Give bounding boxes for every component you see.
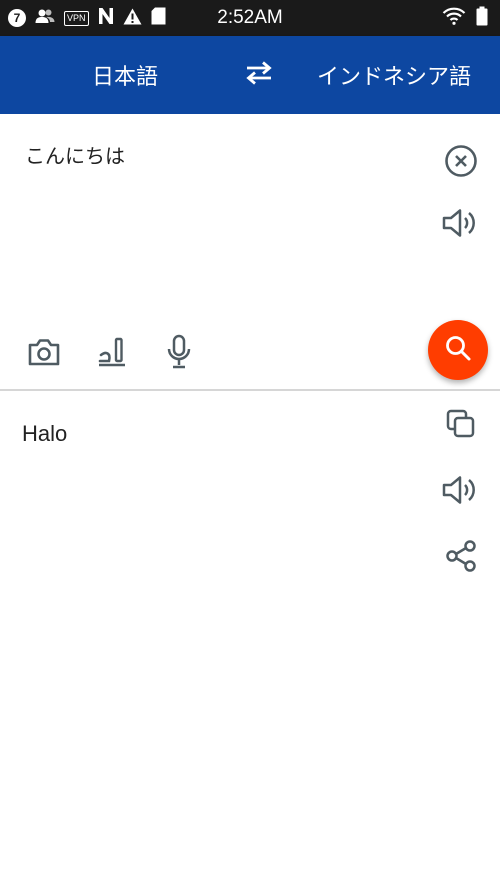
status-left-icons: 7 VPN (8, 7, 166, 29)
copy-result-button[interactable] (438, 403, 484, 449)
swap-arrows-icon (244, 60, 274, 90)
voice-input-button[interactable] (157, 332, 201, 376)
vpn-icon: VPN (64, 10, 89, 26)
wifi-icon (442, 7, 466, 29)
translation-result-text: Halo (22, 421, 68, 446)
swap-languages-button[interactable] (234, 55, 284, 95)
battery-icon (476, 6, 488, 30)
translate-search-button[interactable] (428, 320, 488, 380)
camera-icon (27, 337, 61, 371)
notification-count-icon: 7 (8, 9, 26, 27)
share-result-button[interactable] (438, 535, 484, 581)
source-text-input[interactable]: こんにちは (25, 140, 405, 169)
sd-card-icon (151, 7, 166, 29)
speak-result-button[interactable] (438, 469, 484, 515)
clear-button[interactable] (438, 140, 484, 186)
people-icon (35, 8, 55, 28)
result-panel: Halo (0, 391, 500, 889)
source-panel: こんにちは (0, 114, 500, 389)
handwriting-icon (95, 336, 129, 372)
search-icon (443, 333, 473, 367)
status-bar: 7 VPN 2:52AM (0, 0, 500, 36)
copy-icon (445, 408, 477, 444)
handwriting-input-button[interactable] (90, 332, 134, 376)
speaker-icon (442, 208, 480, 242)
clear-icon (444, 144, 478, 182)
warning-icon (123, 8, 142, 29)
source-language-button[interactable]: 日本語 (60, 36, 190, 114)
target-language-button[interactable]: インドネシア語 (300, 36, 488, 114)
language-bar: 日本語 インドネシア語 (0, 36, 500, 114)
share-icon (444, 539, 478, 577)
speak-source-button[interactable] (438, 202, 484, 248)
microphone-icon (164, 334, 194, 374)
camera-input-button[interactable] (22, 332, 66, 376)
status-right-icons (442, 6, 488, 30)
speaker-icon (442, 475, 480, 509)
n-app-icon (98, 7, 114, 29)
